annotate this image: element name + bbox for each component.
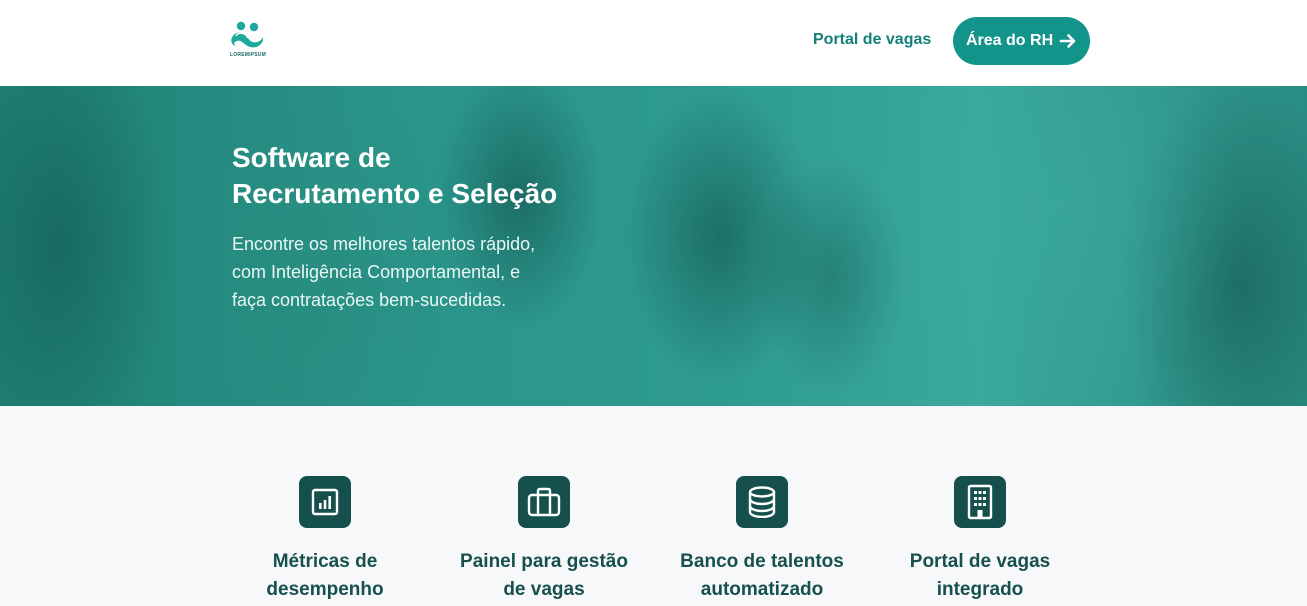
feature-label-line-2: integrado: [936, 579, 1024, 600]
nav-portal-de-vagas[interactable]: Portal de vagas: [813, 31, 931, 49]
site-header: LOREMIPSUM Portal de vagas Área do RH: [0, 0, 1307, 86]
feature-icon-box: [736, 476, 788, 528]
bar-chart-icon: [311, 488, 339, 516]
feature-label-line-2: automatizado: [700, 579, 824, 600]
feature-label-line-2: de vagas: [503, 579, 585, 600]
hero-title: Software de Recrutamento e Seleção: [232, 140, 652, 212]
feature-label-line-1: Painel para gestão: [460, 551, 628, 572]
feature-label: Métricas de desempenho: [225, 548, 425, 604]
feature-label-line-1: Portal de vagas: [909, 551, 1051, 572]
database-icon: [748, 486, 776, 518]
hero-subtitle-line-3: faça contratações bem-sucedidas.: [232, 290, 507, 310]
logo-icon: [231, 21, 264, 48]
logo-text: LOREMIPSUM: [230, 52, 266, 58]
feature-portal: Portal de vagas integrado: [880, 476, 1080, 604]
briefcase-icon: [527, 487, 561, 517]
feature-painel: Painel para gestão de vagas: [444, 476, 644, 604]
hero-subtitle: Encontre os melhores talentos rápido, co…: [232, 230, 572, 314]
feature-banco: Banco de talentos automatizado: [662, 476, 862, 604]
feature-icon-box: [518, 476, 570, 528]
feature-label-line-1: Banco de talentos: [680, 551, 844, 572]
feature-label: Portal de vagas integrado: [880, 548, 1080, 604]
hero-title-line-1: Software de: [232, 142, 391, 173]
hero-subtitle-line-1: Encontre os melhores talentos rápido,: [232, 234, 536, 254]
hero-subtitle-line-2: com Inteligência Comportamental, e: [232, 262, 521, 282]
area-do-rh-button[interactable]: Área do RH: [953, 17, 1090, 65]
feature-icon-box: [299, 476, 351, 528]
logo[interactable]: LOREMIPSUM: [228, 20, 268, 62]
feature-metricas: Métricas de desempenho: [225, 476, 425, 604]
features-section: Métricas de desempenho Painel para gestã…: [0, 406, 1307, 606]
feature-label: Banco de talentos automatizado: [662, 548, 862, 604]
arrow-right-icon: [1059, 34, 1076, 48]
feature-label-line-1: Métricas de: [272, 551, 378, 572]
area-do-rh-label: Área do RH: [966, 32, 1054, 49]
feature-icon-box: [954, 476, 1006, 528]
feature-label: Painel para gestão de vagas: [444, 548, 644, 604]
building-icon: [967, 484, 993, 520]
hero-title-line-2: Recrutamento e Seleção: [232, 178, 558, 209]
hero-banner: Software de Recrutamento e Seleção Encon…: [0, 86, 1307, 406]
feature-label-line-2: desempenho: [266, 579, 384, 600]
